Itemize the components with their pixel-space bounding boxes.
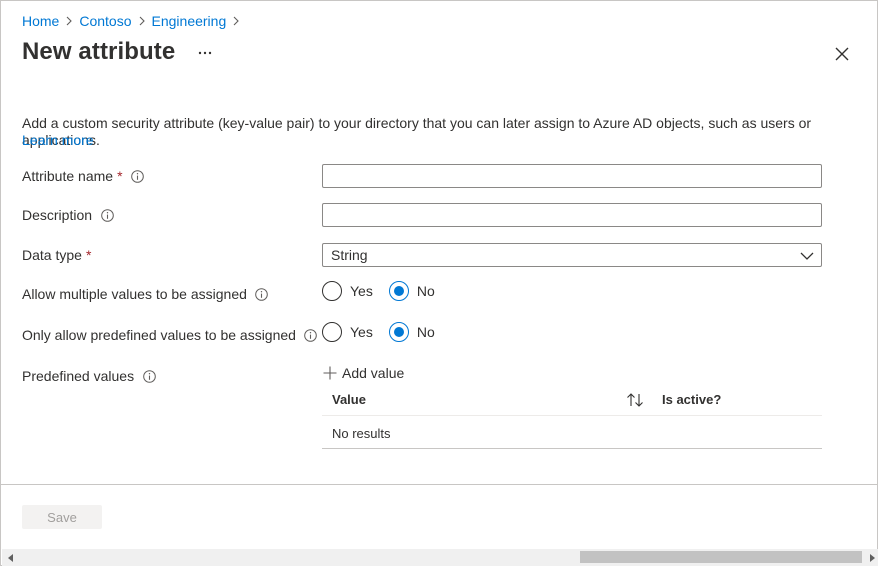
intro-text: Add a custom security attribute (key-val… [22,115,812,148]
close-icon [835,47,849,61]
close-button[interactable] [830,42,854,66]
predefined-only-yes-radio[interactable]: Yes [322,322,373,342]
description-label-text: Description [22,207,93,223]
scrollbar-thumb[interactable] [580,551,862,563]
allow-multiple-no-radio[interactable]: No [388,281,435,301]
data-type-label-text: Data type [22,247,82,263]
data-type-selected-value: String [331,247,368,263]
predefined-values-grid-body: No results [322,417,822,449]
attribute-name-label-text: Attribute name [22,168,114,184]
predefined-only-no-radio[interactable]: No [388,322,435,342]
plus-icon [322,365,338,381]
radio-label: No [416,324,435,340]
learn-more-link[interactable]: Learn more [22,132,94,148]
radio-label: No [416,283,435,299]
add-value-button[interactable]: Add value [322,363,404,383]
description-input[interactable] [322,203,822,227]
info-icon[interactable] [304,328,318,342]
add-value-label: Add value [342,365,405,381]
page-title: New attribute [22,38,176,65]
info-icon[interactable] [255,287,269,301]
sort-icon[interactable] [624,390,646,410]
chevron-right-icon [132,12,152,30]
info-icon[interactable] [131,169,145,183]
predefined-values-label-text: Predefined values [22,368,135,384]
allow-multiple-label-text: Allow multiple values to be assigned [22,286,247,302]
allow-multiple-radio-group: Yes No [322,281,435,301]
predefined-only-radio-group: Yes No [322,322,435,342]
breadcrumb-home[interactable]: Home [22,13,59,29]
data-type-dropdown[interactable]: String [322,243,822,267]
radio-label: Yes [350,283,373,299]
radio-circle-checked[interactable] [388,322,409,342]
footer-divider [1,484,878,485]
predefined-only-label: Only allow predefined values to be assig… [22,325,318,345]
chevron-right-icon [59,12,79,30]
required-marker: * [117,168,123,184]
column-header-is-active[interactable]: Is active? [662,392,721,407]
predefined-values-label: Predefined values [22,366,156,386]
breadcrumb-contoso[interactable]: Contoso [79,13,131,29]
allow-multiple-label: Allow multiple values to be assigned [22,284,269,304]
chevron-down-icon [799,248,815,264]
predefined-values-grid-header: Value Is active? [322,384,822,416]
data-type-label: Data type * [22,245,91,265]
description-label: Description [22,205,114,225]
breadcrumb: Home Contoso Engineering [22,12,246,30]
scroll-right-icon[interactable] [868,553,876,562]
new-attribute-panel: Home Contoso Engineering New attribute A… [0,0,878,566]
attribute-name-label: Attribute name * [22,166,145,186]
allow-multiple-yes-radio[interactable]: Yes [322,281,373,301]
scroll-left-icon[interactable] [6,553,14,562]
info-icon[interactable] [142,369,156,383]
radio-circle[interactable] [322,281,342,301]
horizontal-scrollbar[interactable] [2,549,878,566]
breadcrumb-engineering[interactable]: Engineering [152,13,227,29]
empty-results-text: No results [332,426,391,441]
predefined-only-label-text: Only allow predefined values to be assig… [22,327,296,343]
radio-circle-checked[interactable] [388,281,409,301]
chevron-right-icon [226,12,246,30]
required-marker: * [85,247,92,263]
radio-circle[interactable] [322,322,342,342]
column-header-value[interactable]: Value [332,392,366,407]
more-options-button[interactable] [194,43,216,63]
radio-label: Yes [350,324,373,340]
attribute-name-input[interactable] [322,164,822,188]
info-icon[interactable] [100,208,114,222]
more-icon [198,51,212,55]
save-button[interactable]: Save [22,505,102,529]
